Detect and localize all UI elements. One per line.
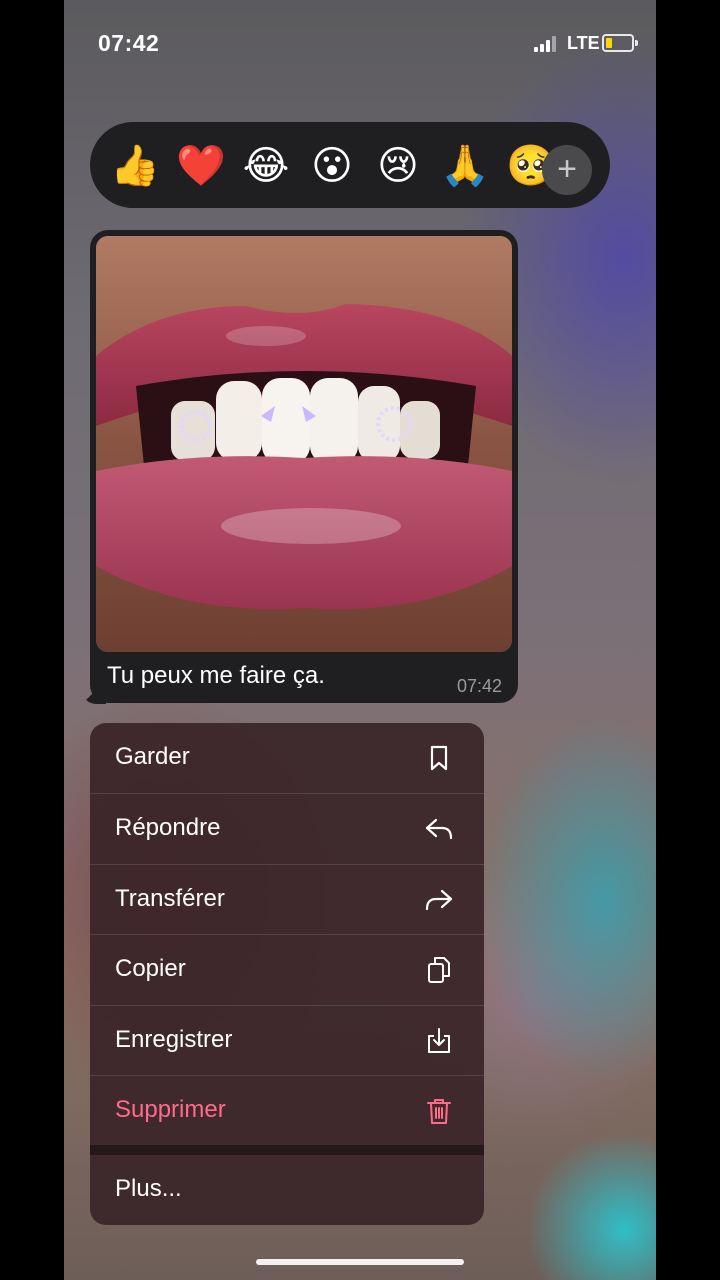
- menu-item-label: Garder: [115, 743, 190, 770]
- save-download-icon: [428, 1028, 450, 1053]
- status-bar: 07:42 LTE: [64, 0, 656, 88]
- menu-item-label: Copier: [115, 955, 186, 982]
- menu-item-label: Répondre: [115, 814, 221, 841]
- menu-item-label: Transférer: [115, 885, 225, 912]
- crying-reaction[interactable]: 😢: [374, 142, 422, 190]
- plus-icon: +: [557, 150, 577, 188]
- more-options-label: Plus...: [115, 1175, 182, 1202]
- pray-reaction[interactable]: 🙏: [440, 142, 490, 190]
- home-indicator[interactable]: [256, 1259, 464, 1265]
- menu-item-enregistrer[interactable]: Enregistrer: [90, 1006, 484, 1076]
- copy-icon: [428, 957, 450, 983]
- menu-item-label: Enregistrer: [115, 1026, 233, 1053]
- bookmark-icon: [430, 745, 448, 771]
- surprised-reaction[interactable]: 😮: [308, 142, 356, 190]
- heart-reaction[interactable]: ❤️: [176, 142, 226, 190]
- menu-item-supprimer[interactable]: Supprimer: [90, 1076, 484, 1146]
- message-time: 07:42: [456, 676, 502, 696]
- lips-photo: [96, 236, 512, 652]
- status-time: 07:42: [98, 30, 160, 56]
- trash-icon: [427, 1099, 451, 1124]
- forward-icon: [425, 889, 453, 911]
- message-photo[interactable]: [96, 236, 512, 652]
- signal-icon: [534, 36, 562, 52]
- menu-item-plus[interactable]: Plus...: [90, 1155, 484, 1225]
- message-bubble[interactable]: Tu peux me faire ça. 07:42: [90, 230, 518, 703]
- menu-item-repondre[interactable]: Répondre: [90, 794, 484, 864]
- screen: 07:42 LTE 👍 ❤️ 😂 😮 😢 🙏 🥺 + Tu peux me fa…: [64, 0, 656, 1280]
- thumbs-up-reaction[interactable]: 👍: [110, 142, 160, 190]
- laughing-reaction[interactable]: 😂: [242, 142, 290, 190]
- menu-item-garder[interactable]: Garder: [90, 723, 484, 793]
- reaction-bar: 👍 ❤️ 😂 😮 😢 🙏 🥺: [90, 122, 610, 208]
- message-caption: Tu peux me faire ça.: [107, 662, 325, 689]
- reply-icon: [425, 818, 453, 840]
- context-menu: Garder Répondre Transférer Copier Enregi…: [90, 723, 484, 1225]
- menu-item-label: Supprimer: [115, 1096, 226, 1123]
- menu-item-copier[interactable]: Copier: [90, 935, 484, 1005]
- more-reactions-button[interactable]: +: [542, 145, 592, 195]
- menu-item-transferer[interactable]: Transférer: [90, 865, 484, 935]
- network-label: LTE: [567, 33, 600, 53]
- battery-icon: [602, 34, 638, 52]
